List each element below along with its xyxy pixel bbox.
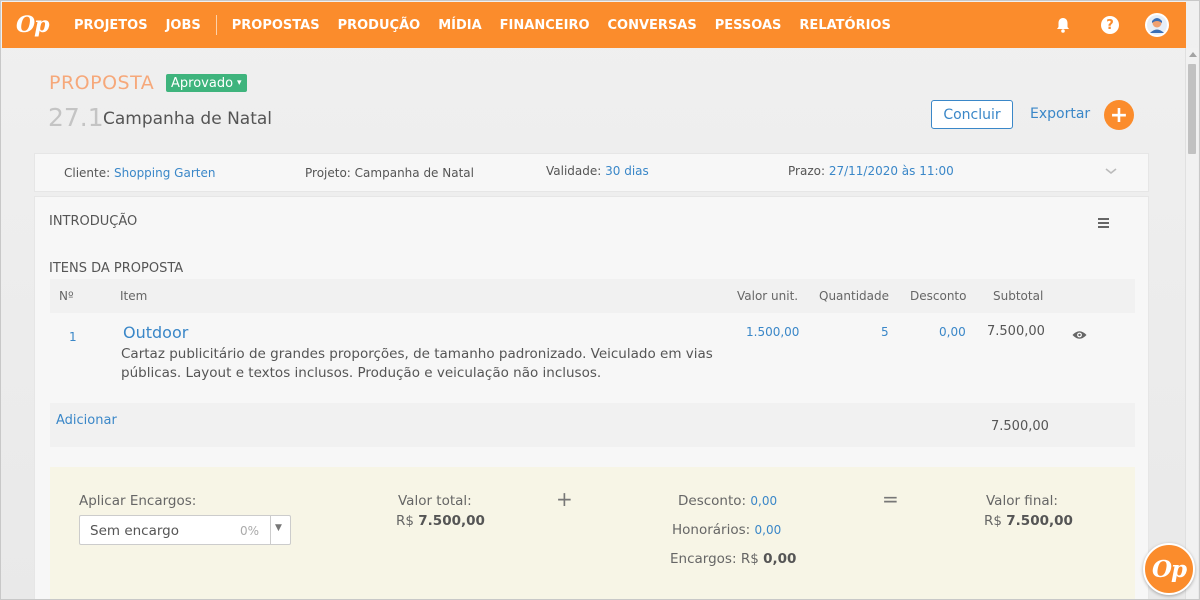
top-navigation: Op PROJETOS JOBS PROPOSTAS PRODUÇÃO MÍDI… <box>2 2 1186 48</box>
proposal-number: 27.1 <box>48 103 104 132</box>
proposal-content: INTRODUÇÃO ITENS DA PROPOSTA Nº Item Val… <box>34 196 1149 599</box>
item-description: Cartaz publicitário de grandes proporçõe… <box>121 346 713 381</box>
header-num: Nº <box>59 289 74 303</box>
encargos-label: Aplicar Encargos: <box>79 493 197 509</box>
encargos-sum-label: Encargos: <box>670 551 737 567</box>
nav-item-financeiro[interactable]: FINANCEIRO <box>500 18 590 33</box>
help-icon[interactable]: ? <box>1098 13 1122 37</box>
add-item-link[interactable]: Adicionar <box>56 413 117 428</box>
encargo-percent: 0% <box>240 524 260 538</box>
app-frame: Op PROJETOS JOBS PROPOSTAS PRODUÇÃO MÍDI… <box>0 0 1200 600</box>
help-icon-glyph: ? <box>1101 16 1119 34</box>
header-desconto: Desconto <box>910 289 967 303</box>
nav-item-midia[interactable]: MÍDIA <box>438 18 481 33</box>
valor-total-field: R$ 7.500,00 <box>396 513 485 529</box>
status-label: Aprovado <box>171 75 234 91</box>
projeto-value: Campanha de Natal <box>354 166 474 180</box>
item-subtotal: 7.500,00 <box>987 324 1045 339</box>
valor-total-label: Valor total: <box>398 493 472 509</box>
validade-label: Validade: <box>546 164 602 178</box>
nav-actions: ? <box>1051 2 1186 48</box>
cliente-label: Cliente: <box>64 166 111 180</box>
nav-item-propostas[interactable]: PROPOSTAS <box>232 18 320 33</box>
item-title-link[interactable]: Outdoor <box>123 323 188 342</box>
valor-total-currency: R$ <box>396 513 414 529</box>
equals-operator: = <box>882 487 899 511</box>
prazo-label: Prazo: <box>788 164 825 178</box>
expand-chevron-icon[interactable] <box>1104 164 1118 180</box>
nav-divider <box>215 15 217 35</box>
select-divider <box>270 516 271 544</box>
valor-final-value: 7.500,00 <box>1006 513 1073 529</box>
intro-section-title: INTRODUÇÃO <box>49 214 138 229</box>
prazo-field: Prazo: 27/11/2020 às 11:00 <box>788 164 954 178</box>
items-table-header: Nº Item Valor unit. Quantidade Desconto … <box>50 279 1135 313</box>
items-section-title: ITENS DA PROPOSTA <box>49 261 184 276</box>
select-arrow-icon[interactable]: ▼ <box>275 523 282 533</box>
proposal-info-bar: Cliente: Shopping Garten Projeto: Campan… <box>34 153 1149 192</box>
nav-item-conversas[interactable]: CONVERSAS <box>608 18 697 33</box>
projeto-label: Projeto: <box>305 166 351 180</box>
scroll-up-icon[interactable] <box>1189 52 1197 57</box>
honorarios-field: Honorários: 0,00 <box>672 522 781 538</box>
header-valor-unit: Valor unit. <box>737 289 799 303</box>
app-logo[interactable]: Op <box>16 2 60 48</box>
page-scrollbar[interactable] <box>1185 48 1198 599</box>
bell-icon[interactable] <box>1051 13 1075 37</box>
nav-item-projetos[interactable]: PROJETOS <box>74 18 148 33</box>
encargo-selected: Sem encargo <box>90 523 180 539</box>
nav-menu: PROJETOS JOBS PROPOSTAS PRODUÇÃO MÍDIA F… <box>74 2 909 48</box>
encargo-select[interactable]: Sem encargo 0% ▼ <box>79 515 291 545</box>
validade-field: Validade: 30 dias <box>546 164 649 178</box>
item-valor-unit[interactable]: 1.500,00 <box>746 325 799 339</box>
plus-icon: + <box>1109 102 1129 128</box>
items-total: 7.500,00 <box>991 419 1049 434</box>
totals-summary: Aplicar Encargos: Sem encargo 0% ▼ Valor… <box>50 467 1135 599</box>
avatar[interactable] <box>1145 13 1169 37</box>
desconto-value[interactable]: 0,00 <box>750 494 777 508</box>
valor-final-field: R$ 7.500,00 <box>984 513 1073 529</box>
desconto-label: Desconto: <box>678 493 747 509</box>
honorarios-value[interactable]: 0,00 <box>755 523 782 537</box>
nav-item-jobs[interactable]: JOBS <box>166 18 201 33</box>
encargos-sum-field: Encargos: R$ 0,00 <box>670 551 796 567</box>
desconto-field: Desconto: 0,00 <box>678 493 777 509</box>
exportar-link[interactable]: Exportar <box>1030 106 1090 122</box>
floating-chat-button[interactable]: Op <box>1143 543 1195 595</box>
valor-total-value: 7.500,00 <box>418 513 485 529</box>
nav-item-producao[interactable]: PRODUÇÃO <box>338 18 421 33</box>
prazo-value[interactable]: 27/11/2020 às 11:00 <box>829 164 954 178</box>
header-subtotal: Subtotal <box>993 289 1044 303</box>
nav-item-relatorios[interactable]: RELATÓRIOS <box>799 18 890 33</box>
header-quantidade: Quantidade <box>819 289 890 303</box>
status-badge[interactable]: Aprovado ▾ <box>166 74 247 92</box>
eye-icon[interactable] <box>1072 325 1087 344</box>
honorarios-label: Honorários: <box>672 522 751 538</box>
encargos-sum-value: 0,00 <box>763 551 797 567</box>
plus-operator: + <box>556 487 573 511</box>
row-number: 1 <box>69 330 77 344</box>
nav-item-pessoas[interactable]: PESSOAS <box>715 18 782 33</box>
add-item-row: Adicionar 7.500,00 <box>50 403 1135 447</box>
valor-final-label: Valor final: <box>986 493 1058 509</box>
chevron-down-icon: ▾ <box>237 78 242 88</box>
page-section-title: PROPOSTA <box>49 72 155 94</box>
concluir-button[interactable]: Concluir <box>931 100 1013 129</box>
header-item: Item <box>120 289 148 303</box>
item-desconto[interactable]: 0,00 <box>939 325 966 339</box>
item-quantidade[interactable]: 5 <box>881 325 889 339</box>
scrollbar-thumb[interactable] <box>1188 64 1196 154</box>
encargos-sum-currency: R$ <box>740 551 759 567</box>
valor-final-currency: R$ <box>984 513 1002 529</box>
add-button[interactable]: + <box>1104 100 1134 130</box>
cliente-field: Cliente: Shopping Garten <box>64 166 215 180</box>
proposal-name: Campanha de Natal <box>103 109 273 129</box>
validade-value[interactable]: 30 dias <box>605 164 649 178</box>
cliente-value[interactable]: Shopping Garten <box>114 166 215 180</box>
menu-icon[interactable] <box>1098 213 1110 232</box>
projeto-field: Projeto: Campanha de Natal <box>305 166 474 180</box>
